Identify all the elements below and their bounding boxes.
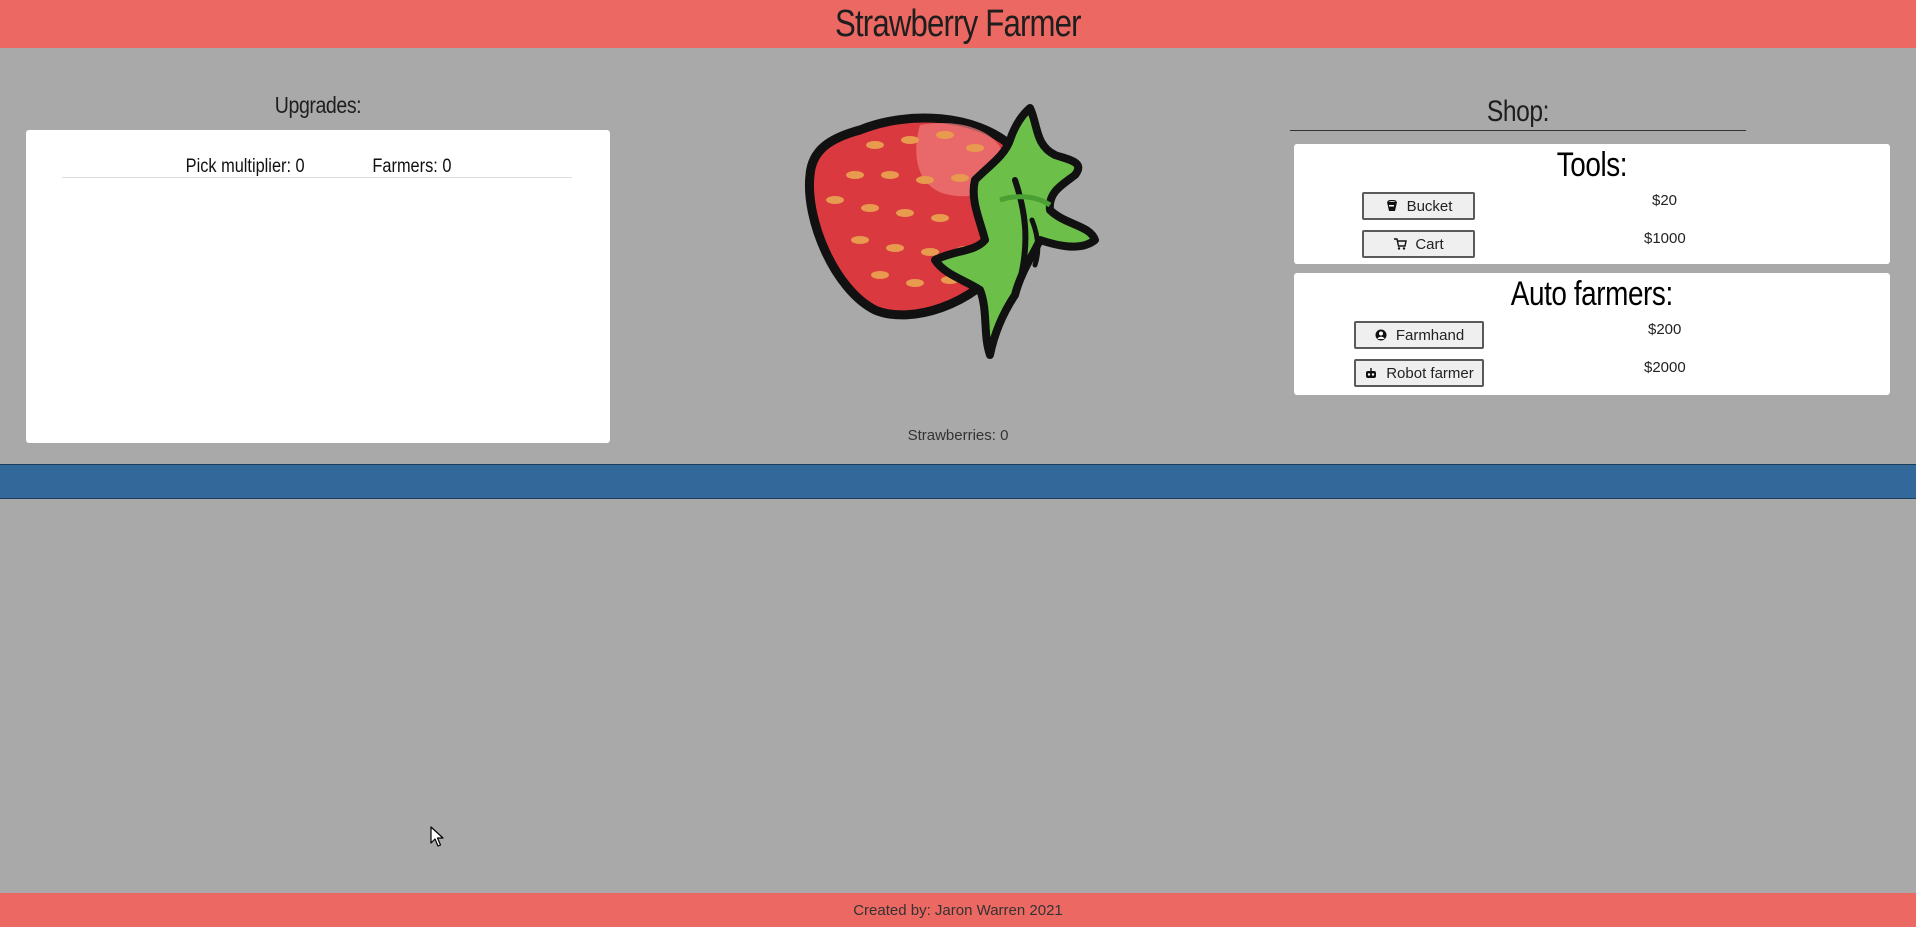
robot-farmer-label: Robot farmer: [1386, 364, 1474, 382]
shop-heading-label: Shop:: [1486, 95, 1550, 128]
strawberry-click-button[interactable]: [800, 100, 1100, 365]
buy-bucket-button[interactable]: Bucket: [1362, 192, 1475, 220]
cart-price: $1000: [1644, 230, 1686, 247]
mouse-cursor-icon: [430, 826, 444, 847]
strawberry-icon: [804, 104, 1099, 359]
tools-title: Tools:: [1294, 146, 1890, 185]
person-icon: [1374, 328, 1388, 342]
upgrades-heading: Upgrades:: [274, 92, 362, 118]
shop-heading-underline: [1290, 130, 1746, 131]
auto-farmers-title-label: Auto farmers:: [1510, 275, 1673, 313]
upgrades-panel: Pick multiplier: 0 Farmers: 0: [26, 130, 610, 443]
bucket-label: Bucket: [1406, 197, 1453, 215]
title-bar: Strawberry Farmer: [0, 0, 1916, 48]
bucket-price: $20: [1652, 192, 1678, 209]
strawberry-count: Strawberries: 0: [907, 427, 1009, 444]
cart-label: Cart: [1415, 235, 1444, 253]
buy-robot-farmer-button[interactable]: Robot farmer: [1354, 359, 1484, 387]
auto-farmers-title: Auto farmers:: [1294, 275, 1890, 314]
bucket-icon: [1385, 199, 1399, 213]
upgrades-stats-row: Pick multiplier: 0 Farmers: 0: [62, 156, 572, 178]
pick-multiplier-stat: Pick multiplier: 0: [185, 156, 305, 177]
tools-title-label: Tools:: [1556, 146, 1628, 184]
footer-credit: Created by: Jaron Warren 2021: [853, 901, 1063, 919]
tools-panel: Tools: Bucket $20 Cart $1000: [1294, 144, 1890, 264]
buy-cart-button[interactable]: Cart: [1362, 230, 1475, 258]
page-title: Strawberry Farmer: [835, 2, 1082, 45]
farmhand-price: $200: [1648, 321, 1682, 338]
robot-icon: [1364, 366, 1378, 380]
cart-icon: [1393, 237, 1407, 251]
auto-farmers-panel: Auto farmers: Farmhand $200 Robot farmer…: [1294, 273, 1890, 395]
farmers-stat: Farmers: 0: [372, 156, 452, 177]
farmhand-label: Farmhand: [1395, 326, 1465, 344]
robot-farmer-price: $2000: [1644, 359, 1686, 376]
shop-heading: Shop:: [1290, 95, 1746, 129]
buy-farmhand-button[interactable]: Farmhand: [1354, 321, 1484, 349]
footer: Created by: Jaron Warren 2021: [0, 893, 1916, 927]
divider-bar: [0, 464, 1916, 499]
